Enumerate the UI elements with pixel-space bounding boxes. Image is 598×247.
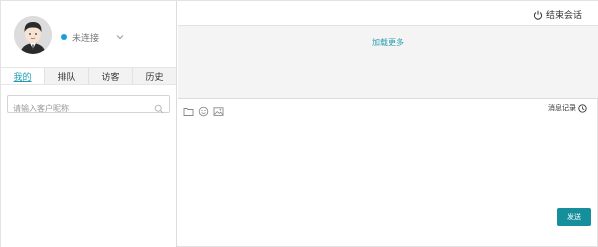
folder-icon[interactable] bbox=[183, 102, 194, 116]
chat-console: 未连接 我的 排队 访客 历史 结束会话 加载更多 bbox=[0, 0, 598, 247]
send-button[interactable]: 发送 bbox=[557, 208, 591, 226]
session-tabs: 我的 排队 访客 历史 bbox=[1, 67, 176, 85]
message-records-button[interactable]: 消息记录 bbox=[548, 103, 587, 113]
message-input[interactable] bbox=[178, 117, 598, 207]
end-session-button[interactable]: 结束会话 bbox=[533, 8, 582, 21]
search-input[interactable] bbox=[8, 100, 148, 117]
clock-icon bbox=[578, 103, 587, 113]
search-icon[interactable] bbox=[154, 99, 164, 114]
chevron-down-icon[interactable] bbox=[115, 32, 125, 42]
customer-search bbox=[7, 95, 170, 117]
status-label: 未连接 bbox=[72, 33, 100, 44]
connection-status[interactable]: 未连接 bbox=[61, 30, 125, 44]
tab-queue[interactable]: 排队 bbox=[45, 68, 89, 84]
chat-header: 结束会话 bbox=[178, 1, 598, 26]
composer-toolbar: 消息记录 bbox=[178, 100, 598, 117]
load-more-link[interactable]: 加载更多 bbox=[178, 37, 598, 48]
records-label: 消息记录 bbox=[548, 104, 576, 112]
sidebar: 未连接 我的 排队 访客 历史 bbox=[1, 1, 177, 247]
power-icon bbox=[533, 10, 543, 20]
tab-mine[interactable]: 我的 bbox=[1, 68, 45, 84]
image-icon[interactable] bbox=[213, 102, 224, 116]
tab-history[interactable]: 历史 bbox=[133, 68, 176, 84]
user-avatar-icon[interactable] bbox=[14, 16, 52, 54]
message-history: 加载更多 bbox=[178, 26, 598, 99]
tab-visitors[interactable]: 访客 bbox=[89, 68, 133, 84]
emoji-icon[interactable] bbox=[198, 102, 209, 117]
end-session-label: 结束会话 bbox=[545, 11, 582, 21]
status-dot-icon bbox=[61, 34, 67, 40]
